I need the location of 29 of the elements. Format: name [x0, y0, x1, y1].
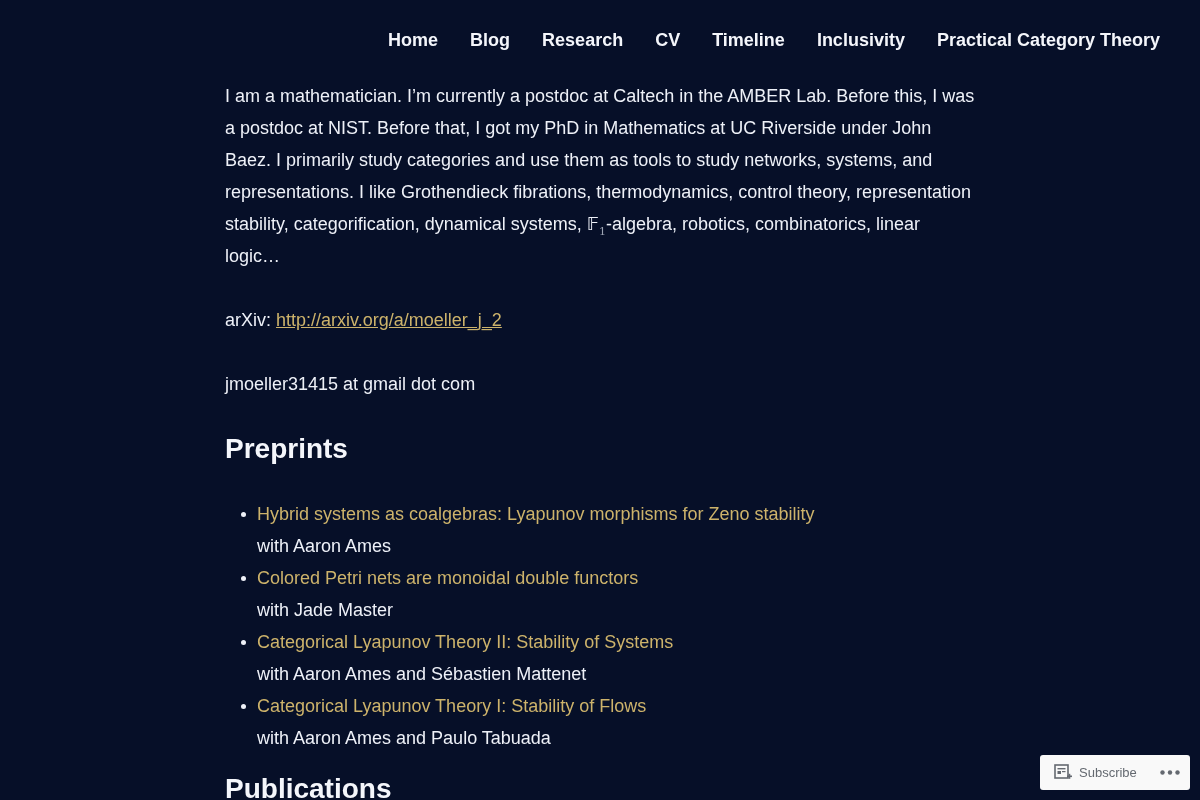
preprint-authors: with Jade Master: [257, 599, 394, 621]
preprint-link[interactable]: Categorical Lyapunov Theory II: Stability of Systems: [257, 631, 674, 653]
preprint-link[interactable]: Categorical Lyapunov Theory I: Stability of Flows: [257, 695, 647, 717]
email-text: jmoeller31415 at gmail dot com: [225, 373, 477, 396]
more-button[interactable]: [1160, 770, 1180, 775]
bullet-icon: [241, 703, 246, 709]
nav-link[interactable]: Blog: [470, 28, 511, 52]
preprint-link[interactable]: Hybrid systems as coalgebras: Lyapunov morphisms for Zeno stability: [257, 503, 815, 525]
bullet-icon: [241, 639, 246, 645]
nav-link[interactable]: Home: [388, 28, 439, 52]
arxiv-line: arXiv: http://arxiv.org/a/moeller_j_2: [225, 309, 503, 333]
reader-plus-icon: [1054, 763, 1072, 782]
bullet-icon: [241, 511, 246, 517]
preprint-authors: with Aaron Ames and Sébastien Mattenet: [257, 663, 587, 685]
arxiv-link[interactable]: http://arxiv.org/a/moeller_j_2: [276, 310, 502, 330]
bullet-icon: [241, 575, 246, 581]
preprint-link[interactable]: Colored Petri nets are monoidal double functors: [257, 567, 639, 589]
preprint-authors: with Aaron Ames and Paulo Tabuada: [257, 727, 551, 749]
section-heading: Publications: [225, 774, 393, 800]
section-heading: Preprints: [225, 432, 349, 466]
nav-link[interactable]: CV: [655, 28, 681, 52]
nav-link[interactable]: Practical Category Theory: [936, 28, 1160, 52]
nav-link[interactable]: Timeline: [712, 28, 785, 52]
nav-link[interactable]: Inclusivity: [816, 28, 905, 52]
nav-link[interactable]: Research: [542, 28, 624, 52]
more-icon: [1160, 770, 1180, 775]
intro-paragraph: I am a mathematician. I’m currently a postdoc at Caltech in the AMBER Lab. Before this, I was a postdoc at NIST. Before that, I got my PhD in Mathematics at UC Riverside under John Baez. I primarily study categories and use them as tools to study networks, systems, and representations. I like Grothendieck fibrations, thermodynamics, control theory, representation stability, categorification, dynamical systems, 𝔽$_{1}$-algebra, robotics, combinatorics, linear logic…: [225, 85, 975, 268]
subscribe-button[interactable]: Subscribe: [1054, 763, 1137, 782]
preprint-authors: with Aaron Ames: [257, 535, 392, 557]
